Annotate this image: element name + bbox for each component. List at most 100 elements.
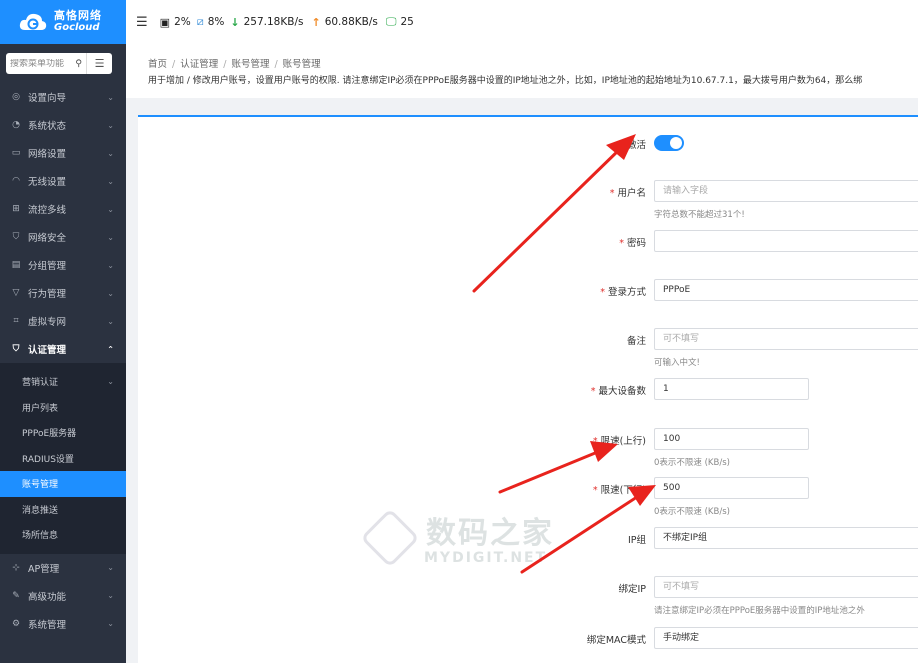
max-devices-input[interactable] [654,378,809,400]
sidebar-item-flow-control[interactable]: ⊞ 流控多线 ⌄ [0,195,126,223]
chevron-down-icon: ⌄ [107,377,114,387]
mac-mode-row: 绑定MAC模式 手动绑定 [138,627,918,649]
sidebar-item-network-settings[interactable]: ▭ 网络设置 ⌄ [0,139,126,167]
chevron-down-icon: ⌄ [107,260,114,270]
auth-submenu: 营销认证 ⌄ 用户列表 PPPoE服务器 RADIUS设置 账号管理 消息推送 场… [0,363,126,554]
chevron-down-icon: ⌄ [107,316,114,326]
wifi-icon: ◠ [12,176,20,186]
breadcrumb-current: 账号管理 [282,59,321,70]
sidebar: 高恪网络 Gocloud ⚲ ☰ ◎设置向导⌄ ◔系统状态⌄ ▭网络设置⌄ ◠无… [0,0,126,663]
account-form: 激活 *用户名 字符总数不能超过31个! *密码 *登录方式 PPPoE 备注 … [138,115,918,663]
chevron-down-icon: ⌄ [107,288,114,298]
sidebar-item-security[interactable]: ⛉ 网络安全 ⌄ [0,223,126,251]
bind-ip-label: 绑定IP [618,584,646,595]
download-limit-hint: 0表示不限速 (KB/s) [654,507,730,517]
required-mark: * [619,238,624,249]
required-mark: * [592,485,598,496]
brand-logo[interactable]: 高恪网络 Gocloud [0,0,126,44]
chevron-down-icon: ⌄ [107,176,114,186]
breadcrumb: 首页 / 认证管理 / 账号管理 / 账号管理 [148,59,321,70]
required-mark: * [600,287,605,298]
cpu-usage: ▣ 2% [159,15,191,29]
sidebar-item-behavior[interactable]: ▽ 行为管理 ⌄ [0,279,126,307]
pin-icon: ✎ [12,590,20,601]
breadcrumb-account-management[interactable]: 账号管理 [231,59,269,70]
sidebar-subitem-venue-info[interactable]: 场所信息 [0,522,126,548]
cpu-icon: ▣ [159,15,171,29]
login-method-row: * 登录方式 PPPoE [138,279,918,301]
required-mark: * [609,188,615,199]
sidebar-subitem-pppoe-server[interactable]: PPPoE服务器 [0,420,126,446]
required-mark: * [592,436,598,447]
download-limit-label: 限速(下行) [600,485,646,496]
enable-label: 激活 [626,140,646,151]
menu-search: ⚲ ☰ [0,44,126,83]
chevron-down-icon: ⌄ [107,232,114,242]
sidebar-subitem-user-list[interactable]: 用户列表 [0,395,126,421]
chevron-down-icon: ⌄ [107,591,114,600]
sidebar-subitem-radius[interactable]: RADIUS设置 [0,446,126,472]
upload-limit-label: 限速(上行) [600,436,646,447]
online-devices: 🖵 25 [385,15,414,28]
note-row: 备注 可输入中文! [138,328,918,368]
sidebar-subitem-message-push[interactable]: 消息推送 [0,497,126,523]
sidebar-item-system-status[interactable]: ◔ 系统状态 ⌄ [0,111,126,139]
upload-limit-hint: 0表示不限速 (KB/s) [654,458,730,468]
sidebar-item-auth-management[interactable]: ⛉ 认证管理 ⌃ [0,335,126,363]
note-hint: 可输入中文! [654,358,700,368]
sidebar-nav: ◎ 设置向导 ⌄ ◔ 系统状态 ⌄ ▭ 网络设置 ⌄ ◠ 无线设置 ⌄ ⊞ 流控多线 ⌄ ⛉ 网络安全… [0,83,126,363]
breadcrumb-home[interactable]: 首页 [148,59,167,70]
note-input[interactable] [654,328,918,350]
breadcrumb-auth-management[interactable]: 认证管理 [180,59,218,70]
filter-icon: ▽ [12,288,20,298]
username-input[interactable] [654,180,918,202]
download-limit-row: *限速(下行) 0表示不限速 (KB/s) [138,477,918,517]
password-row: * 密码 [138,230,918,252]
ip-group-row: IP组 不绑定IP组 [138,527,918,549]
sidebar-item-ap-management[interactable]: ⊹ AP管理 ⌄ [0,554,126,582]
shield-icon: ⛉ [12,232,20,242]
mac-mode-label: 绑定MAC模式 [586,635,646,646]
monitor-icon: ▭ [11,148,21,158]
sidebar-subitem-account-management[interactable]: 账号管理 [0,471,126,497]
upload-speed: ↑ 60.88KB/s [311,15,378,29]
chevron-down-icon: ⌄ [107,619,114,628]
bind-ip-input[interactable] [654,576,918,598]
collapse-menu-icon[interactable]: ☰ [136,15,148,30]
enable-toggle[interactable] [654,135,684,151]
bind-ip-row: 绑定IP 请注意绑定IP必须在PPPoE服务器中设置的IP地址池之外 [138,576,918,616]
sidebar-item-vpn[interactable]: ⌗ 虚拟专网 ⌄ [0,307,126,335]
sidebar-item-system-management[interactable]: ⚙ 系统管理 ⌄ [0,610,126,638]
ip-group-label: IP组 [627,535,646,546]
brand-name-cn: 高恪网络 [54,9,102,22]
memory-usage: ⧄ 8% [196,15,225,28]
network-icon: ⊞ [12,204,20,214]
chevron-down-icon: ⌄ [107,120,114,130]
menu-list-icon[interactable]: ☰ [86,53,112,74]
ap-icon: ⊹ [12,562,20,573]
cloud-logo-icon [18,10,48,34]
max-devices-row: * 最大设备数 [138,378,918,400]
page-description: 用于增加 / 修改用户账号，设置用户账号的权限. 请注意绑定IP必须在PPPoE… [148,76,863,86]
sidebar-subitem-marketing-auth[interactable]: 营销认证 ⌄ [0,369,126,395]
sidebar-item-wireless[interactable]: ◠ 无线设置 ⌄ [0,167,126,195]
login-method-select[interactable]: PPPoE [654,279,918,301]
password-label: 密码 [626,238,646,249]
enable-row: 激活 [138,132,918,154]
menu-search-input[interactable] [10,58,70,69]
sidebar-item-setup-wizard[interactable]: ◎ 设置向导 ⌄ [0,83,126,111]
sidebar-item-advanced[interactable]: ✎ 高级功能 ⌄ [0,582,126,610]
chevron-down-icon: ⌄ [107,148,114,158]
mac-mode-select[interactable]: 手动绑定 [654,627,918,649]
upload-limit-input[interactable] [654,428,809,450]
ip-group-select[interactable]: 不绑定IP组 [654,527,918,549]
note-label: 备注 [626,336,646,347]
username-label: 用户名 [617,188,646,199]
compass-icon: ◎ [12,92,20,102]
search-icon[interactable]: ⚲ [75,59,82,69]
sidebar-item-group-management[interactable]: ▤ 分组管理 ⌄ [0,251,126,279]
chevron-down-icon: ⌄ [107,204,114,214]
password-input[interactable] [654,230,918,252]
required-mark: * [590,386,596,397]
download-limit-input[interactable] [654,477,809,499]
